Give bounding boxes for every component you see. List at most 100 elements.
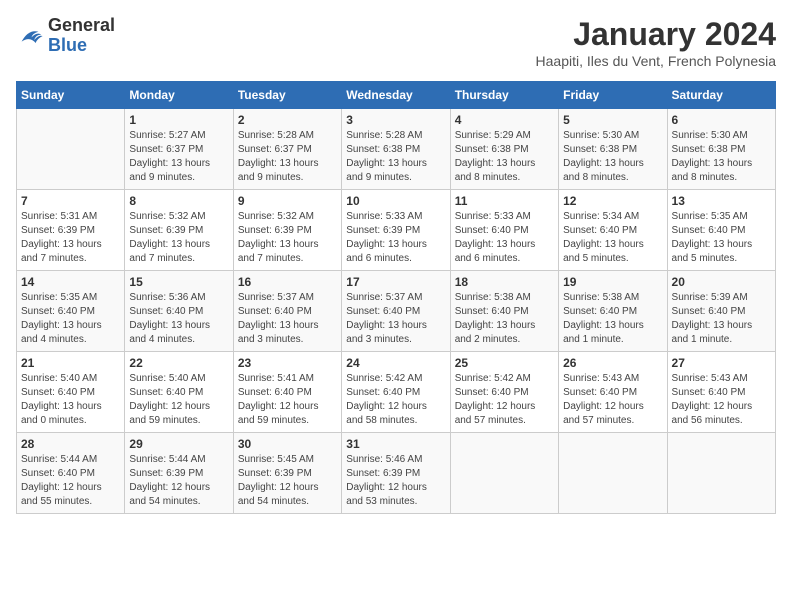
day-info: Sunrise: 5:40 AMSunset: 6:40 PMDaylight:… [129,372,228,428]
week-row-2: 14Sunrise: 5:35 AMSunset: 6:40 PMDayligh… [17,271,776,352]
day-info: Sunrise: 5:38 AMSunset: 6:40 PMDaylight:… [455,291,554,347]
day-number: 16 [238,275,337,289]
calendar-cell: 26 Sunrise: 5:43 AMSunset: 6:40 PMDayligh… [559,352,667,433]
day-number: 5 [563,113,662,127]
calendar-cell: 5 Sunrise: 5:30 AMSunset: 6:38 PMDaylight… [559,109,667,190]
month-title: January 2024 [536,16,776,53]
day-number: 20 [672,275,771,289]
calendar-cell: 8 Sunrise: 5:32 AMSunset: 6:39 PMDaylight… [125,190,233,271]
calendar-cell [667,433,775,514]
week-row-3: 21Sunrise: 5:40 AMSunset: 6:40 PMDayligh… [17,352,776,433]
calendar-cell: 7Sunrise: 5:31 AMSunset: 6:39 PMDaylight… [17,190,125,271]
logo-text: General Blue [48,16,115,56]
day-number: 9 [238,194,337,208]
day-number: 25 [455,356,554,370]
calendar-cell: 21Sunrise: 5:40 AMSunset: 6:40 PMDayligh… [17,352,125,433]
day-number: 27 [672,356,771,370]
day-number: 1 [129,113,228,127]
calendar-cell: 9 Sunrise: 5:32 AMSunset: 6:39 PMDaylight… [233,190,341,271]
day-number: 30 [238,437,337,451]
week-row-1: 7Sunrise: 5:31 AMSunset: 6:39 PMDaylight… [17,190,776,271]
calendar-cell: 10Sunrise: 5:33 AMSunset: 6:39 PMDayligh… [342,190,450,271]
day-number: 12 [563,194,662,208]
calendar-cell: 23 Sunrise: 5:41 AMSunset: 6:40 PMDayligh… [233,352,341,433]
day-number: 26 [563,356,662,370]
calendar-cell [450,433,558,514]
week-row-0: 1 Sunrise: 5:27 AMSunset: 6:37 PMDaylight… [17,109,776,190]
day-number: 11 [455,194,554,208]
calendar-cell: 11Sunrise: 5:33 AMSunset: 6:40 PMDayligh… [450,190,558,271]
day-number: 19 [563,275,662,289]
day-info: Sunrise: 5:45 AMSunset: 6:39 PMDaylight:… [238,453,337,509]
day-info: Sunrise: 5:42 AMSunset: 6:40 PMDaylight:… [455,372,554,428]
day-info: Sunrise: 5:32 AMSunset: 6:39 PMDaylight:… [238,210,337,266]
day-number: 15 [129,275,228,289]
calendar-cell: 29Sunrise: 5:44 AMSunset: 6:39 PMDayligh… [125,433,233,514]
day-info: Sunrise: 5:37 AMSunset: 6:40 PMDaylight:… [238,291,337,347]
calendar-cell: 2Sunrise: 5:28 AMSunset: 6:37 PMDaylight… [233,109,341,190]
day-number: 14 [21,275,120,289]
day-info: Sunrise: 5:27 AMSunset: 6:37 PMDaylight:… [129,129,228,185]
day-number: 10 [346,194,445,208]
day-number: 22 [129,356,228,370]
day-info: Sunrise: 5:34 AMSunset: 6:40 PMDaylight:… [563,210,662,266]
col-header-saturday: Saturday [667,82,775,109]
calendar-cell: 1 Sunrise: 5:27 AMSunset: 6:37 PMDaylight… [125,109,233,190]
calendar-cell: 22 Sunrise: 5:40 AMSunset: 6:40 PMDayligh… [125,352,233,433]
day-info: Sunrise: 5:42 AMSunset: 6:40 PMDaylight:… [346,372,445,428]
calendar-cell: 14Sunrise: 5:35 AMSunset: 6:40 PMDayligh… [17,271,125,352]
calendar-cell: 6 Sunrise: 5:30 AMSunset: 6:38 PMDaylight… [667,109,775,190]
day-number: 17 [346,275,445,289]
day-info: Sunrise: 5:40 AMSunset: 6:40 PMDaylight:… [21,372,120,428]
day-number: 28 [21,437,120,451]
day-info: Sunrise: 5:44 AMSunset: 6:39 PMDaylight:… [129,453,228,509]
calendar-cell: 18 Sunrise: 5:38 AMSunset: 6:40 PMDayligh… [450,271,558,352]
calendar-cell: 19Sunrise: 5:38 AMSunset: 6:40 PMDayligh… [559,271,667,352]
calendar-cell: 30 Sunrise: 5:45 AMSunset: 6:39 PMDayligh… [233,433,341,514]
day-number: 23 [238,356,337,370]
day-info: Sunrise: 5:30 AMSunset: 6:38 PMDaylight:… [672,129,771,185]
day-number: 8 [129,194,228,208]
day-info: Sunrise: 5:44 AMSunset: 6:40 PMDaylight:… [21,453,120,509]
day-number: 6 [672,113,771,127]
logo: General Blue [16,16,115,56]
day-info: Sunrise: 5:43 AMSunset: 6:40 PMDaylight:… [672,372,771,428]
day-info: Sunrise: 5:41 AMSunset: 6:40 PMDaylight:… [238,372,337,428]
calendar-cell: 31 Sunrise: 5:46 AMSunset: 6:39 PMDayligh… [342,433,450,514]
col-header-thursday: Thursday [450,82,558,109]
title-block: January 2024 Haapiti, Iles du Vent, Fren… [536,16,776,69]
col-header-wednesday: Wednesday [342,82,450,109]
col-header-monday: Monday [125,82,233,109]
col-header-tuesday: Tuesday [233,82,341,109]
col-header-sunday: Sunday [17,82,125,109]
day-number: 18 [455,275,554,289]
location: Haapiti, Iles du Vent, French Polynesia [536,53,776,69]
calendar-cell: 16 Sunrise: 5:37 AMSunset: 6:40 PMDayligh… [233,271,341,352]
day-number: 7 [21,194,120,208]
calendar-cell: 3Sunrise: 5:28 AMSunset: 6:38 PMDaylight… [342,109,450,190]
day-info: Sunrise: 5:32 AMSunset: 6:39 PMDaylight:… [129,210,228,266]
calendar-cell: 20 Sunrise: 5:39 AMSunset: 6:40 PMDayligh… [667,271,775,352]
day-info: Sunrise: 5:30 AMSunset: 6:38 PMDaylight:… [563,129,662,185]
day-info: Sunrise: 5:29 AMSunset: 6:38 PMDaylight:… [455,129,554,185]
day-info: Sunrise: 5:37 AMSunset: 6:40 PMDaylight:… [346,291,445,347]
calendar-cell: 13 Sunrise: 5:35 AMSunset: 6:40 PMDayligh… [667,190,775,271]
logo-bird-icon [16,22,44,50]
day-info: Sunrise: 5:35 AMSunset: 6:40 PMDaylight:… [672,210,771,266]
day-number: 2 [238,113,337,127]
day-info: Sunrise: 5:39 AMSunset: 6:40 PMDaylight:… [672,291,771,347]
day-number: 13 [672,194,771,208]
calendar-cell: 4 Sunrise: 5:29 AMSunset: 6:38 PMDaylight… [450,109,558,190]
calendar-cell [17,109,125,190]
day-info: Sunrise: 5:36 AMSunset: 6:40 PMDaylight:… [129,291,228,347]
day-number: 31 [346,437,445,451]
calendar-table: SundayMondayTuesdayWednesdayThursdayFrid… [16,81,776,514]
day-number: 4 [455,113,554,127]
day-info: Sunrise: 5:43 AMSunset: 6:40 PMDaylight:… [563,372,662,428]
calendar-cell: 15 Sunrise: 5:36 AMSunset: 6:40 PMDayligh… [125,271,233,352]
calendar-cell: 12 Sunrise: 5:34 AMSunset: 6:40 PMDayligh… [559,190,667,271]
calendar-cell: 25 Sunrise: 5:42 AMSunset: 6:40 PMDayligh… [450,352,558,433]
page-header: General Blue January 2024 Haapiti, Iles … [16,16,776,69]
day-info: Sunrise: 5:46 AMSunset: 6:39 PMDaylight:… [346,453,445,509]
col-header-friday: Friday [559,82,667,109]
